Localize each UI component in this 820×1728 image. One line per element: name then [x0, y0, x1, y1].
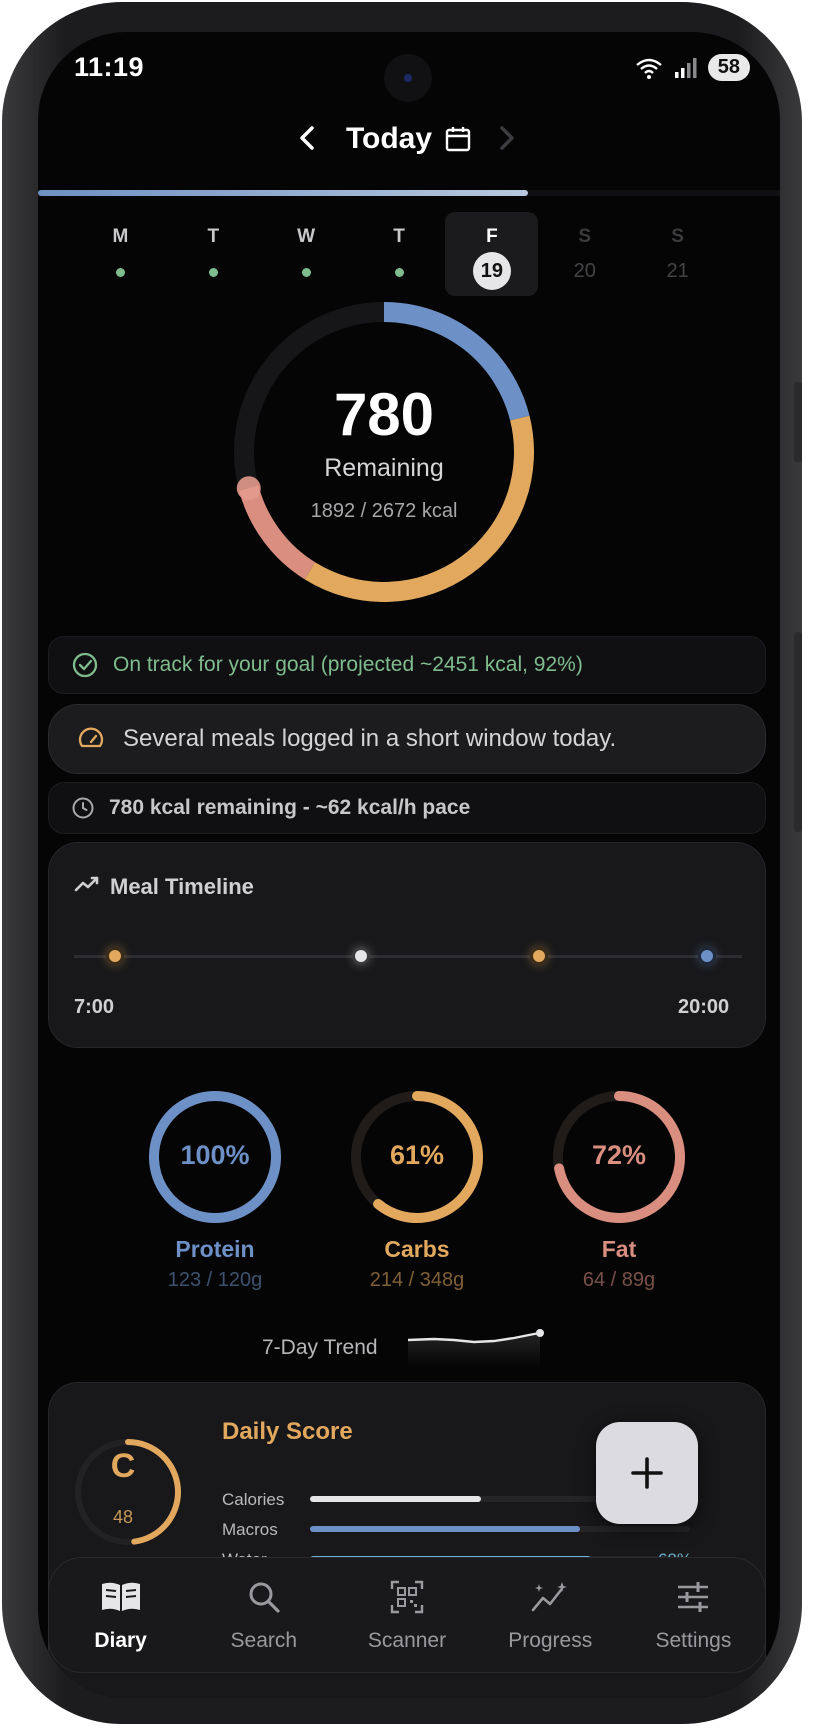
trend-line-icon — [74, 876, 99, 892]
day-letter: T — [207, 226, 220, 247]
calories-remaining-label: Remaining — [324, 454, 444, 482]
meal-marker-breakfast[interactable] — [106, 947, 124, 965]
search-icon — [249, 1582, 280, 1613]
day-number: 19 — [472, 252, 511, 290]
week-strip: M T W T F 19 S 20 S 21 — [74, 212, 724, 296]
add-entry-button[interactable] — [596, 1422, 698, 1524]
macro-percent: 61% — [389, 1140, 445, 1170]
meal-window-warning-card: Several meals logged in a short window t… — [48, 704, 766, 774]
nav-search[interactable]: Search — [192, 1558, 335, 1672]
logged-indicator — [116, 268, 126, 277]
qr-scanner-icon — [390, 1580, 424, 1614]
day-1[interactable]: T — [167, 212, 260, 296]
timeline-track — [74, 955, 742, 958]
meal-timeline-card — [48, 842, 766, 1048]
score-row-fill — [310, 1496, 481, 1502]
day-letter: F — [486, 226, 498, 247]
seven-day-trend-sparkline[interactable] — [404, 1328, 554, 1368]
on-track-text: On track for your goal (projected ~2451 … — [113, 653, 583, 676]
macro-name: Fat — [601, 1236, 637, 1262]
day-letter: S — [671, 226, 684, 247]
check-circle-icon — [72, 652, 98, 678]
logged-indicator — [209, 268, 219, 277]
score-value: 48 — [112, 1507, 134, 1527]
calories-remaining-value: 780 — [333, 381, 435, 448]
score-row-fill — [310, 1526, 580, 1532]
app-screen: 11:19 58 Today M T W T F 19 S 20 S 21 78… — [38, 32, 780, 1698]
phone-frame: 11:19 58 Today M T W T F 19 S 20 S 21 78… — [2, 2, 802, 1724]
pace-card: 780 kcal remaining - ~62 kcal/h pace — [48, 782, 766, 834]
macro-amount: 64 / 89g — [582, 1269, 656, 1291]
on-track-card: On track for your goal (projected ~2451 … — [48, 636, 766, 694]
timeline-end-time: 20:00 — [678, 996, 730, 1018]
nav-scanner[interactable]: Scanner — [335, 1558, 478, 1672]
status-time: 11:19 — [74, 52, 145, 82]
day-3[interactable]: T — [353, 212, 446, 296]
bottom-navigation: Diary Search Scanner Progress Settings — [48, 1557, 766, 1673]
day-2[interactable]: W — [260, 212, 353, 296]
daily-score-title: Daily Score — [222, 1418, 353, 1445]
macro-fat[interactable]: 72% Fat 64 / 89g — [544, 1088, 694, 1292]
date-header[interactable]: Today — [38, 122, 780, 156]
day-letter: T — [393, 226, 405, 247]
macro-carbs[interactable]: 61% Carbs 214 / 348g — [342, 1088, 492, 1292]
day-letter: S — [578, 226, 592, 247]
next-day-chevron-icon[interactable] — [486, 118, 526, 158]
day-5[interactable]: S 20 — [538, 212, 631, 296]
day-letter: W — [297, 226, 316, 247]
logged-indicator — [302, 268, 312, 277]
macro-percent: 72% — [591, 1140, 647, 1170]
meal-window-warning-text: Several meals logged in a short window t… — [123, 725, 617, 752]
nav-progress[interactable]: Progress — [479, 1558, 622, 1672]
macro-amount: 214 / 348g — [369, 1269, 465, 1291]
score-row-name: Macros — [222, 1520, 278, 1539]
day-4[interactable]: F 19 — [445, 212, 539, 296]
timeline-start-time: 7:00 — [74, 996, 115, 1018]
plus-icon — [631, 1457, 663, 1489]
macro-percent: 100% — [180, 1140, 250, 1170]
book-icon — [101, 1582, 140, 1611]
macro-name: Protein — [175, 1236, 255, 1262]
macro-amount: 123 / 120g — [167, 1269, 263, 1291]
clock-icon — [72, 797, 94, 819]
signal-icon — [674, 57, 697, 78]
sparkle-chart-icon — [531, 1582, 568, 1612]
nav-search-label: Search — [230, 1629, 298, 1652]
nav-scanner-label: Scanner — [367, 1629, 447, 1652]
day-number: 20 — [573, 260, 596, 282]
meal-marker-lunch[interactable] — [352, 947, 370, 965]
power-button — [794, 632, 802, 832]
trend-label: 7-Day Trend — [262, 1336, 378, 1359]
nav-settings[interactable]: Settings — [622, 1558, 765, 1672]
macro-name: Carbs — [384, 1236, 450, 1262]
day-6[interactable]: S 21 — [631, 212, 724, 296]
nav-settings-label: Settings — [655, 1629, 732, 1652]
status-icons: 58 — [634, 54, 750, 81]
speedometer-icon — [78, 727, 104, 748]
meal-marker-dinner[interactable] — [698, 947, 716, 965]
nav-diary[interactable]: Diary — [49, 1558, 192, 1672]
calories-summary: 1892 / 2672 kcal — [310, 500, 458, 522]
day-0[interactable]: M — [74, 212, 167, 296]
calorie-ring — [234, 302, 534, 602]
nav-progress-label: Progress — [508, 1629, 593, 1652]
day-progress-fill — [38, 190, 528, 196]
pace-text: 780 kcal remaining - ~62 kcal/h pace — [109, 796, 471, 819]
logged-indicator — [395, 268, 404, 277]
wifi-icon — [635, 58, 662, 79]
front-camera — [384, 54, 432, 102]
calendar-icon[interactable] — [444, 125, 472, 153]
battery-level: 58 — [707, 54, 750, 81]
nav-diary-label: Diary — [94, 1629, 147, 1652]
score-grade: C — [110, 1447, 136, 1485]
page-title: Today — [345, 122, 433, 155]
day-letter: M — [112, 226, 129, 247]
score-row-name: Calories — [222, 1490, 285, 1509]
sliders-icon — [678, 1582, 709, 1612]
meal-timeline-title: Meal Timeline — [110, 874, 254, 899]
volume-button — [794, 382, 802, 462]
meal-marker-snack[interactable] — [530, 947, 548, 965]
macro-protein[interactable]: 100% Protein 123 / 120g — [140, 1088, 290, 1292]
day-number: 21 — [666, 260, 689, 282]
